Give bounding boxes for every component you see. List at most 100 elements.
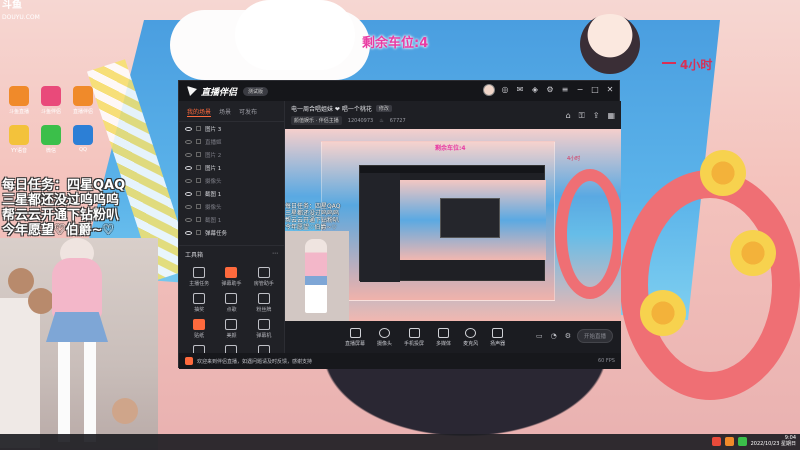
skin-icon[interactable]: ◈	[530, 85, 540, 95]
lock-checkbox[interactable]	[196, 217, 201, 222]
edit-title-button[interactable]: 修改	[375, 105, 392, 112]
control-label: 手机投屏	[404, 340, 425, 347]
source-item[interactable]: 截图 1	[179, 187, 284, 200]
lock-checkbox[interactable]	[196, 126, 201, 131]
source-item[interactable]: 截图 1	[179, 213, 284, 226]
visibility-eye-icon[interactable]	[185, 139, 192, 144]
lock-checkbox[interactable]	[196, 152, 201, 157]
clock[interactable]: 9:04 2022/10/23 星期日	[751, 435, 796, 447]
overlay-task-text: 每日任务：四星QAQ 三星都还没过呜呜呜 帮云云开通下钻粉叭 今年愿望♡伯爵~♡	[2, 178, 125, 238]
settings-icon[interactable]: ⚙	[545, 85, 555, 95]
tray-app-icon[interactable]	[711, 436, 721, 446]
menu-icon[interactable]: ≡	[560, 85, 570, 95]
lock-checkbox[interactable]	[196, 178, 201, 183]
sidebar-tabs: 我的场景 场景 可发布	[179, 101, 284, 122]
overlay-slot-title: 剩余车位:4	[362, 36, 429, 51]
toolbox-item[interactable]: 弹幕机	[248, 319, 280, 339]
share-icon[interactable]: ⇪	[593, 111, 600, 121]
preview-hours-tag: 4小时	[567, 156, 581, 162]
toolbox-item[interactable]: 点歌	[215, 293, 247, 313]
tray-app-icon[interactable]	[737, 436, 747, 446]
control-button[interactable]: 手机投屏	[404, 327, 425, 347]
visibility-eye-icon[interactable]	[185, 152, 192, 157]
desktop-shortcut[interactable]: 斗鱼直播	[5, 86, 33, 115]
source-item[interactable]: 摄像头	[179, 174, 284, 187]
control-label: 扬声器	[490, 340, 506, 347]
camera-toggle-icon[interactable]: ▭	[536, 332, 543, 340]
tab-my-scenes[interactable]: 我的场景	[187, 107, 212, 117]
toolbox-item[interactable]: 弹幕助手	[215, 267, 247, 287]
fps-readout: 60 FPS	[597, 358, 615, 364]
source-item[interactable]: 图片 2	[179, 148, 284, 161]
desktop-shortcut[interactable]: 斗鱼伴侣	[37, 86, 65, 115]
stream-preview[interactable]: 剩余车位:4 4小时 每日任务：四星QAQ 三星都还没过呜呜呜 帮云云开通下钻粉…	[285, 129, 621, 321]
scene-sidebar: 我的场景 场景 可发布 图片 3 直播姬 图片 2 图片 1 摄像头 截图 1 摄像头 截图 …	[179, 101, 285, 365]
lock-checkbox[interactable]	[196, 165, 201, 170]
streaming-app-window: 直播伴侣 测试版 ◎ ✉ ◈ ⚙ ≡ − □ ✕ 我的场景 场景 可发布 图片 …	[178, 80, 621, 369]
visibility-eye-icon[interactable]	[185, 178, 192, 183]
user-avatar[interactable]	[483, 84, 495, 96]
toolbox-item[interactable]: 房管助手	[248, 267, 280, 287]
toolbox-header: 工具箱 ⋯	[179, 245, 284, 263]
desktop-shortcut[interactable]: 微信	[37, 125, 65, 154]
source-item[interactable]: 摄像头	[179, 200, 284, 213]
shortcut-label: YY语音	[10, 148, 28, 154]
control-button[interactable]: 扬声器	[490, 327, 506, 347]
app-shortcut-icon	[9, 86, 29, 106]
lock-checkbox[interactable]	[196, 139, 201, 144]
lock-checkbox[interactable]	[196, 230, 201, 235]
app-shortcut-icon	[9, 125, 29, 145]
message-icon[interactable]: ✉	[515, 85, 525, 95]
visibility-eye-icon[interactable]	[185, 165, 192, 170]
source-item[interactable]: 图片 1	[179, 161, 284, 174]
desktop-shortcut[interactable]: 直播伴侣	[69, 86, 97, 115]
tool-label: 弹幕助手	[221, 281, 242, 287]
control-button[interactable]: 直播屏幕	[345, 327, 365, 347]
overlay-hours-tag: 4小时	[661, 58, 713, 72]
audio-settings-icon[interactable]: ◔	[551, 332, 557, 340]
source-item[interactable]: 弹幕任务	[179, 226, 284, 239]
toolbox-item[interactable]: 贴纸	[183, 319, 215, 339]
visibility-eye-icon[interactable]	[185, 191, 192, 196]
tray-app-icon[interactable]	[724, 436, 734, 446]
wallpaper-swim-ring	[620, 170, 800, 400]
tab-publishable[interactable]: 可发布	[239, 107, 257, 117]
shortcut-label: 斗鱼伴侣	[40, 109, 61, 115]
toolbox-item[interactable]: 美颜	[215, 319, 247, 339]
lock-icon[interactable]: ⚿	[579, 111, 585, 121]
toolbox-item[interactable]: 主播任务	[183, 267, 215, 287]
tab-scenes[interactable]: 场景	[219, 107, 231, 117]
visibility-eye-icon[interactable]	[185, 217, 192, 222]
visibility-eye-icon[interactable]	[185, 204, 192, 209]
wallpaper-cloud	[235, 0, 355, 70]
notice-text: 欢迎来到伴侣直播，如遇问题请及时反馈，感谢支持	[197, 358, 313, 365]
control-button[interactable]: 摄像头	[377, 327, 392, 347]
toolbox-item[interactable]: 粉丝牌	[248, 293, 280, 313]
lock-checkbox[interactable]	[196, 191, 201, 196]
headset-icon[interactable]: ◎	[500, 85, 510, 95]
more-icon[interactable]: ⋯	[272, 250, 278, 259]
desktop-shortcut[interactable]: QQ	[69, 125, 97, 154]
stream-info-header: 电一周合唱姐妹 ❤ 唱一个桃花 修改 颜值娱乐 · 伴侣主播 12040973 …	[285, 101, 621, 129]
minimize-icon[interactable]: −	[575, 85, 585, 95]
notice-icon	[185, 357, 193, 365]
lock-checkbox[interactable]	[196, 204, 201, 209]
maximize-icon[interactable]: □	[590, 85, 600, 95]
close-icon[interactable]: ✕	[605, 85, 615, 95]
control-button[interactable]: 麦克风	[463, 327, 478, 347]
visibility-eye-icon[interactable]	[185, 230, 192, 235]
source-item[interactable]: 图片 3	[179, 122, 284, 135]
toolbox-item[interactable]: 抽奖	[183, 293, 215, 313]
start-live-button[interactable]: 开始直播	[577, 329, 613, 343]
desktop-shortcut[interactable]: YY语音	[5, 125, 33, 154]
gift-icon[interactable]: ⌂	[566, 111, 571, 121]
grid-icon[interactable]: ▦	[607, 111, 615, 121]
windows-taskbar: 9:04 2022/10/23 星期日	[0, 434, 800, 450]
source-item[interactable]: 直播姬	[179, 135, 284, 148]
version-pill[interactable]: 测试版	[243, 86, 269, 96]
source-label: 摄像头	[205, 178, 222, 185]
category-pill[interactable]: 颜值娱乐 · 伴侣主播	[291, 116, 342, 125]
settings-icon[interactable]: ⚙	[565, 332, 571, 340]
control-button[interactable]: 多媒体	[436, 327, 451, 347]
visibility-eye-icon[interactable]	[185, 126, 192, 131]
